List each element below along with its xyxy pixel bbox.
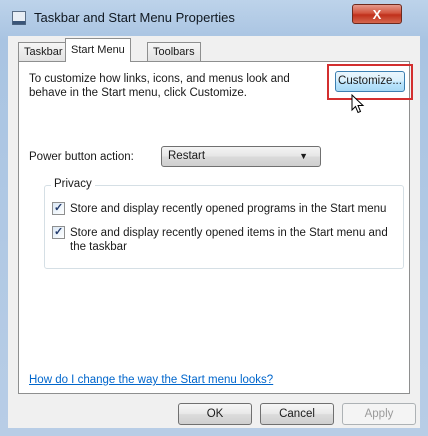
items-checkbox[interactable]: ✓ — [52, 226, 65, 239]
window-title: Taskbar and Start Menu Properties — [34, 10, 235, 25]
customize-button[interactable]: Customize... — [335, 71, 405, 92]
apply-button[interactable]: Apply — [342, 403, 416, 425]
title-bar[interactable]: Taskbar and Start Menu Properties X — [0, 0, 428, 36]
checkmark-icon: ✓ — [54, 226, 64, 238]
tab-start-menu[interactable]: Start Menu — [65, 38, 131, 62]
programs-checkbox[interactable]: ✓ — [52, 202, 65, 215]
tab-taskbar[interactable]: Taskbar — [18, 42, 69, 61]
power-button-select[interactable]: Restart ▼ — [161, 146, 321, 167]
start-menu-panel: To customize how links, icons, and menus… — [18, 61, 413, 394]
privacy-legend: Privacy — [51, 178, 95, 190]
power-button-label: Power button action: — [29, 151, 134, 163]
cancel-button[interactable]: Cancel — [260, 403, 334, 425]
help-link[interactable]: How do I change the way the Start menu l… — [29, 374, 273, 386]
tab-toolbars[interactable]: Toolbars — [147, 42, 201, 61]
programs-checkbox-label[interactable]: Store and display recently opened progra… — [70, 202, 398, 216]
privacy-group: Privacy ✓ Store and display recently ope… — [44, 178, 404, 269]
dialog-client-area: Taskbar Start Menu Toolbars To customize… — [8, 36, 420, 428]
power-button-value: Restart — [168, 150, 206, 162]
close-icon: X — [372, 6, 382, 22]
taskbar-icon — [12, 11, 26, 25]
dropdown-arrow-icon: ▼ — [299, 151, 308, 161]
ok-button[interactable]: OK — [178, 403, 252, 425]
customize-description: To customize how links, icons, and menus… — [29, 73, 290, 99]
close-button[interactable]: X — [352, 4, 402, 24]
checkmark-icon: ✓ — [54, 202, 64, 214]
properties-dialog: Taskbar and Start Menu Properties X Task… — [0, 0, 428, 436]
items-checkbox-label[interactable]: Store and display recently opened items … — [70, 226, 398, 254]
mouse-cursor-icon — [351, 93, 365, 114]
